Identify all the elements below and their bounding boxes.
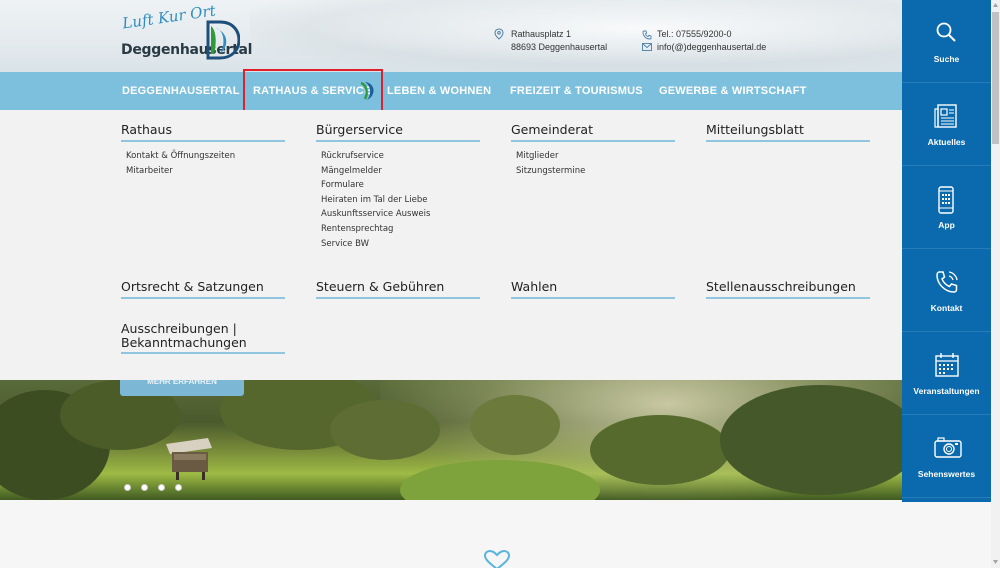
menu-links-rathaus: Kontakt & Öffnungszeiten Mitarbeiter — [126, 149, 235, 178]
search-icon — [936, 22, 956, 42]
menu-heading-mitteilungsblatt[interactable]: Mitteilungsblatt — [706, 123, 804, 137]
heart-icon — [484, 550, 510, 568]
nav-item-freizeit-tourismus[interactable]: FREIZEIT & TOURISMUS — [510, 72, 643, 110]
email-text: info(@)deggenhausertal.de — [657, 42, 767, 52]
sidebar-item-sehenswertes[interactable]: Sehenswertes — [902, 415, 991, 498]
menu-link[interactable]: Service BW — [321, 237, 430, 252]
menu-heading-steuern[interactable]: Steuern & Gebühren — [316, 280, 444, 294]
address-line-1: Rathausplatz 1 — [511, 29, 572, 39]
phone-row[interactable]: Tel.: 07555/9200-0 — [642, 28, 766, 41]
menu-heading-underline — [121, 297, 285, 299]
menu-heading-ausschreibungen[interactable]: Ausschreibungen | — [121, 322, 237, 336]
menu-heading-underline — [511, 140, 675, 142]
sidebar-label: Suche — [933, 54, 960, 64]
sidebar-label: Sehenswertes — [917, 469, 976, 479]
menu-heading-bekanntmachungen[interactable]: Bekanntmachungen — [121, 336, 247, 350]
sidebar-label: Kontakt — [930, 303, 963, 313]
menu-link[interactable]: Mängelmelder — [321, 164, 430, 179]
news-icon — [934, 104, 957, 128]
menu-link[interactable]: Rentensprechtag — [321, 222, 430, 237]
sidebar-item-suche[interactable]: Suche — [902, 0, 991, 83]
menu-link[interactable]: Mitglieder — [516, 149, 585, 164]
hero-image — [0, 380, 902, 500]
menu-heading-underline — [316, 297, 480, 299]
nav-item-gewerbe-wirtschaft[interactable]: GEWERBE & WIRTSCHAFT — [659, 72, 807, 110]
site-logo[interactable]: Luft Kur Ort Deggenhausertal — [118, 2, 252, 64]
menu-heading-underline — [706, 297, 870, 299]
menu-heading-stellenausschreibungen[interactable]: Stellenausschreibungen — [706, 280, 856, 294]
address-line-2: 88693 Deggenhausertal — [511, 42, 608, 52]
menu-link[interactable]: Sitzungstermine — [516, 164, 585, 179]
menu-heading-rathaus[interactable]: Rathaus — [121, 123, 172, 137]
slider-dot-4[interactable] — [175, 484, 182, 491]
calendar-icon — [935, 353, 959, 377]
phone-text: Tel.: 07555/9200-0 — [657, 29, 732, 39]
menu-heading-wahlen[interactable]: Wahlen — [511, 280, 557, 294]
logo-d-mark-icon — [206, 20, 240, 60]
phone-app-icon — [938, 186, 954, 214]
scroll-up-arrow-icon[interactable] — [992, 1, 999, 10]
sidebar-item-app[interactable]: App — [902, 166, 991, 249]
menu-heading-ortsrecht[interactable]: Ortsrecht & Satzungen — [121, 280, 264, 294]
slider-dot-1[interactable] — [124, 484, 131, 491]
menu-heading-underline — [121, 140, 285, 142]
phone-icon — [642, 30, 652, 40]
menu-heading-underline — [316, 140, 480, 142]
menu-heading-gemeinderat[interactable]: Gemeinderat — [511, 123, 593, 137]
nav-item-leben-wohnen[interactable]: LEBEN & WOHNEN — [387, 72, 491, 110]
hero-tree — [330, 400, 440, 460]
slider-dot-2[interactable] — [141, 484, 148, 491]
menu-link[interactable]: Kontakt & Öffnungszeiten — [126, 149, 235, 164]
nav-item-deggenhausertal[interactable]: DEGGENHAUSERTAL — [122, 72, 240, 110]
quick-access-sidebar: Suche Aktuelles App Kontakt Veranstaltun… — [902, 0, 991, 502]
menu-link[interactable]: Heiraten im Tal der Liebe — [321, 193, 430, 208]
sidebar-item-veranstaltungen[interactable]: Veranstaltungen — [902, 332, 991, 415]
hero-tree — [470, 395, 560, 455]
menu-heading-buergerservice[interactable]: Bürgerservice — [316, 123, 403, 137]
menu-heading-underline — [121, 352, 285, 354]
scrollbar-thumb[interactable] — [992, 12, 999, 144]
camera-icon — [934, 437, 962, 458]
sidebar-label: Aktuelles — [927, 137, 966, 147]
contact-block: Tel.: 07555/9200-0 info(@)deggenhauserta… — [642, 28, 766, 54]
sidebar-item-aktuelles[interactable]: Aktuelles — [902, 83, 991, 166]
active-nav-highlight — [243, 69, 383, 112]
menu-link[interactable]: Formulare — [321, 178, 430, 193]
scroll-down-arrow-icon[interactable] — [992, 557, 999, 566]
phone-call-icon — [936, 271, 958, 293]
sidebar-label: Veranstaltungen — [913, 386, 980, 396]
hero-tree — [590, 415, 730, 485]
menu-heading-underline — [511, 297, 675, 299]
menu-links-buergerservice: Rückrufservice Mängelmelder Formulare He… — [321, 149, 430, 251]
address-block: Rathausplatz 1 88693 Deggenhausertal — [494, 28, 608, 54]
menu-heading-underline — [706, 140, 870, 142]
sidebar-item-kontakt[interactable]: Kontakt — [902, 249, 991, 332]
menu-link[interactable]: Mitarbeiter — [126, 164, 235, 179]
beehive-hut-icon — [166, 438, 212, 480]
slider-dot-3[interactable] — [158, 484, 165, 491]
main-navigation: DEGGENHAUSERTAL RATHAUS & SERVICE LEBEN … — [0, 72, 902, 110]
menu-link[interactable]: Auskunftsservice Ausweis — [321, 207, 430, 222]
menu-link[interactable]: Rückrufservice — [321, 149, 430, 164]
menu-links-gemeinderat: Mitglieder Sitzungstermine — [516, 149, 585, 178]
sidebar-label: App — [938, 220, 955, 230]
more-info-button[interactable]: MEHR ERFAHREN — [120, 380, 244, 396]
location-pin-icon — [494, 28, 504, 40]
mail-icon — [642, 43, 652, 51]
email-row[interactable]: info(@)deggenhausertal.de — [642, 41, 766, 54]
